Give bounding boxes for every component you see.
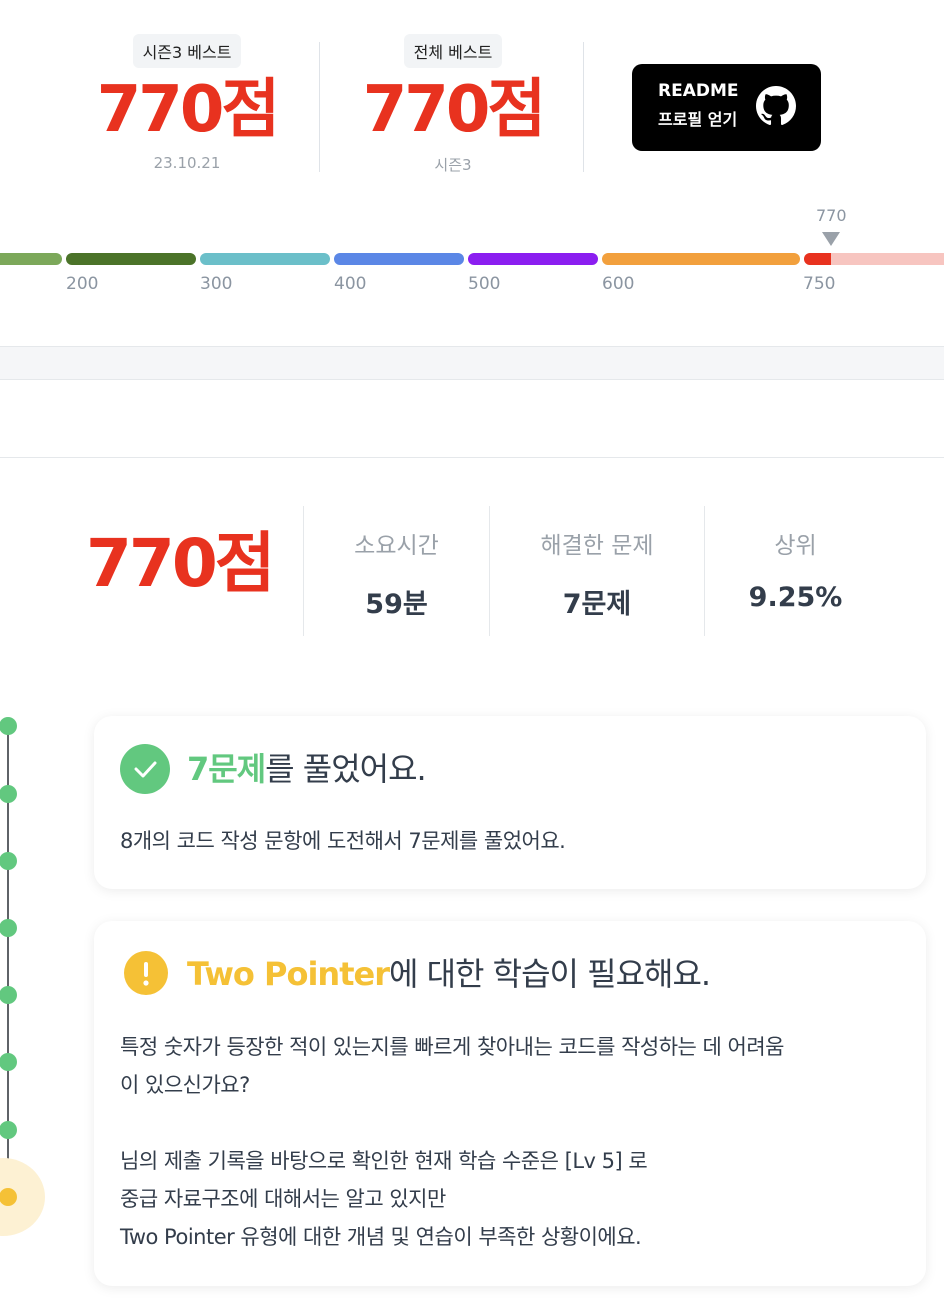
timeline-dot bbox=[0, 785, 17, 803]
tier-tick-label: 400 bbox=[334, 274, 367, 294]
card-title-highlight: 7문제 bbox=[187, 750, 266, 788]
tier-tick-label: 300 bbox=[200, 274, 233, 294]
divider bbox=[0, 457, 944, 458]
card-title-text: 를 풀었어요. bbox=[265, 750, 427, 788]
card-body-line: 중급 자료구조에 대해서는 알고 있지만 bbox=[120, 1187, 446, 1211]
tier-tick-label: 200 bbox=[66, 274, 99, 294]
card-body-line: 님의 제출 기록을 바탕으로 확인한 현재 학습 수준은 [Lv 5] 로 bbox=[120, 1149, 648, 1173]
readme-sublabel: 프로필 얻기 bbox=[658, 110, 738, 129]
timeline-dot bbox=[0, 1121, 17, 1139]
overall-best-tag: 전체 베스트 bbox=[403, 34, 503, 68]
score-marker-label: 770 bbox=[816, 206, 847, 225]
tier-progress-fill bbox=[804, 253, 831, 265]
exclamation-icon bbox=[124, 951, 168, 995]
result-score: 770점 bbox=[86, 525, 275, 602]
stat-value: 59분 bbox=[365, 589, 428, 620]
card-title: Two Pointer에 대한 학습이 필요해요. bbox=[187, 949, 711, 995]
season-best: 시즌3 베스트 770점 23.10.21 bbox=[54, 30, 320, 172]
card-body-line: Two Pointer 유형에 대한 개념 및 연습이 부족한 상황이에요. bbox=[120, 1225, 642, 1249]
card-title: 7문제를 풀었어요. bbox=[187, 744, 427, 790]
stat-label: 소요시간 bbox=[354, 533, 439, 559]
stat-rank: 상위 9.25% bbox=[704, 506, 886, 636]
divider bbox=[583, 42, 584, 172]
stat-value: 7문제 bbox=[562, 589, 632, 620]
readme-profile-button[interactable]: README 프로필 얻기 bbox=[632, 64, 821, 151]
season-best-score: 770점 bbox=[96, 73, 280, 147]
card-body: 특정 숫자가 등장한 적이 있는지를 빠르게 찾아내는 코드를 작성하는 데 어… bbox=[120, 1028, 902, 1256]
stat-solved: 해결한 문제 7문제 bbox=[489, 506, 704, 636]
tier-segment bbox=[66, 253, 196, 265]
card-body: 8개의 코드 작성 문항에 도전해서 7문제를 풀었어요. bbox=[120, 829, 566, 853]
timeline-dot bbox=[0, 919, 17, 937]
tier-tick-label: 750 bbox=[803, 274, 836, 294]
card-body-line: 특정 숫자가 등장한 적이 있는지를 빠르게 찾아내는 코드를 작성하는 데 어… bbox=[120, 1035, 785, 1059]
tier-segment bbox=[334, 253, 464, 265]
overall-best-season: 시즌3 bbox=[434, 156, 472, 174]
github-icon bbox=[756, 86, 796, 126]
season-best-date: 23.10.21 bbox=[153, 154, 221, 172]
season-best-tag: 시즌3 베스트 bbox=[132, 34, 242, 68]
card-body-line: 이 있으신가요? bbox=[120, 1073, 250, 1097]
readme-label: README bbox=[658, 81, 739, 101]
overall-best-score: 770점 bbox=[362, 73, 546, 147]
tier-segment bbox=[468, 253, 598, 265]
stat-value: 9.25% bbox=[748, 582, 843, 613]
solved-summary-card: 7문제를 풀었어요. 8개의 코드 작성 문항에 도전해서 7문제를 풀었어요. bbox=[94, 716, 926, 889]
tier-tick-label: 600 bbox=[602, 274, 635, 294]
check-icon bbox=[120, 744, 170, 794]
tier-segment bbox=[0, 253, 62, 265]
stat-label: 해결한 문제 bbox=[540, 533, 654, 559]
stat-label: 상위 bbox=[774, 533, 817, 559]
timeline-dot bbox=[0, 1053, 17, 1071]
tier-segment bbox=[602, 253, 800, 265]
stat-time: 소요시간 59분 bbox=[303, 506, 489, 636]
score-marker-arrow-icon bbox=[822, 232, 840, 246]
timeline-dot bbox=[0, 852, 17, 870]
timeline-dot bbox=[0, 717, 17, 735]
tier-tick-label: 500 bbox=[468, 274, 501, 294]
overall-best: 전체 베스트 770점 시즌3 bbox=[320, 30, 586, 175]
card-title-highlight: Two Pointer bbox=[187, 955, 390, 993]
weakness-card: Two Pointer에 대한 학습이 필요해요. 특정 숫자가 등장한 적이 … bbox=[94, 921, 926, 1286]
divider bbox=[319, 42, 320, 172]
tier-segment bbox=[200, 253, 330, 265]
card-title-text: 에 대한 학습이 필요해요. bbox=[388, 955, 711, 993]
timeline-dot bbox=[0, 986, 17, 1004]
section-divider-band bbox=[0, 346, 944, 380]
